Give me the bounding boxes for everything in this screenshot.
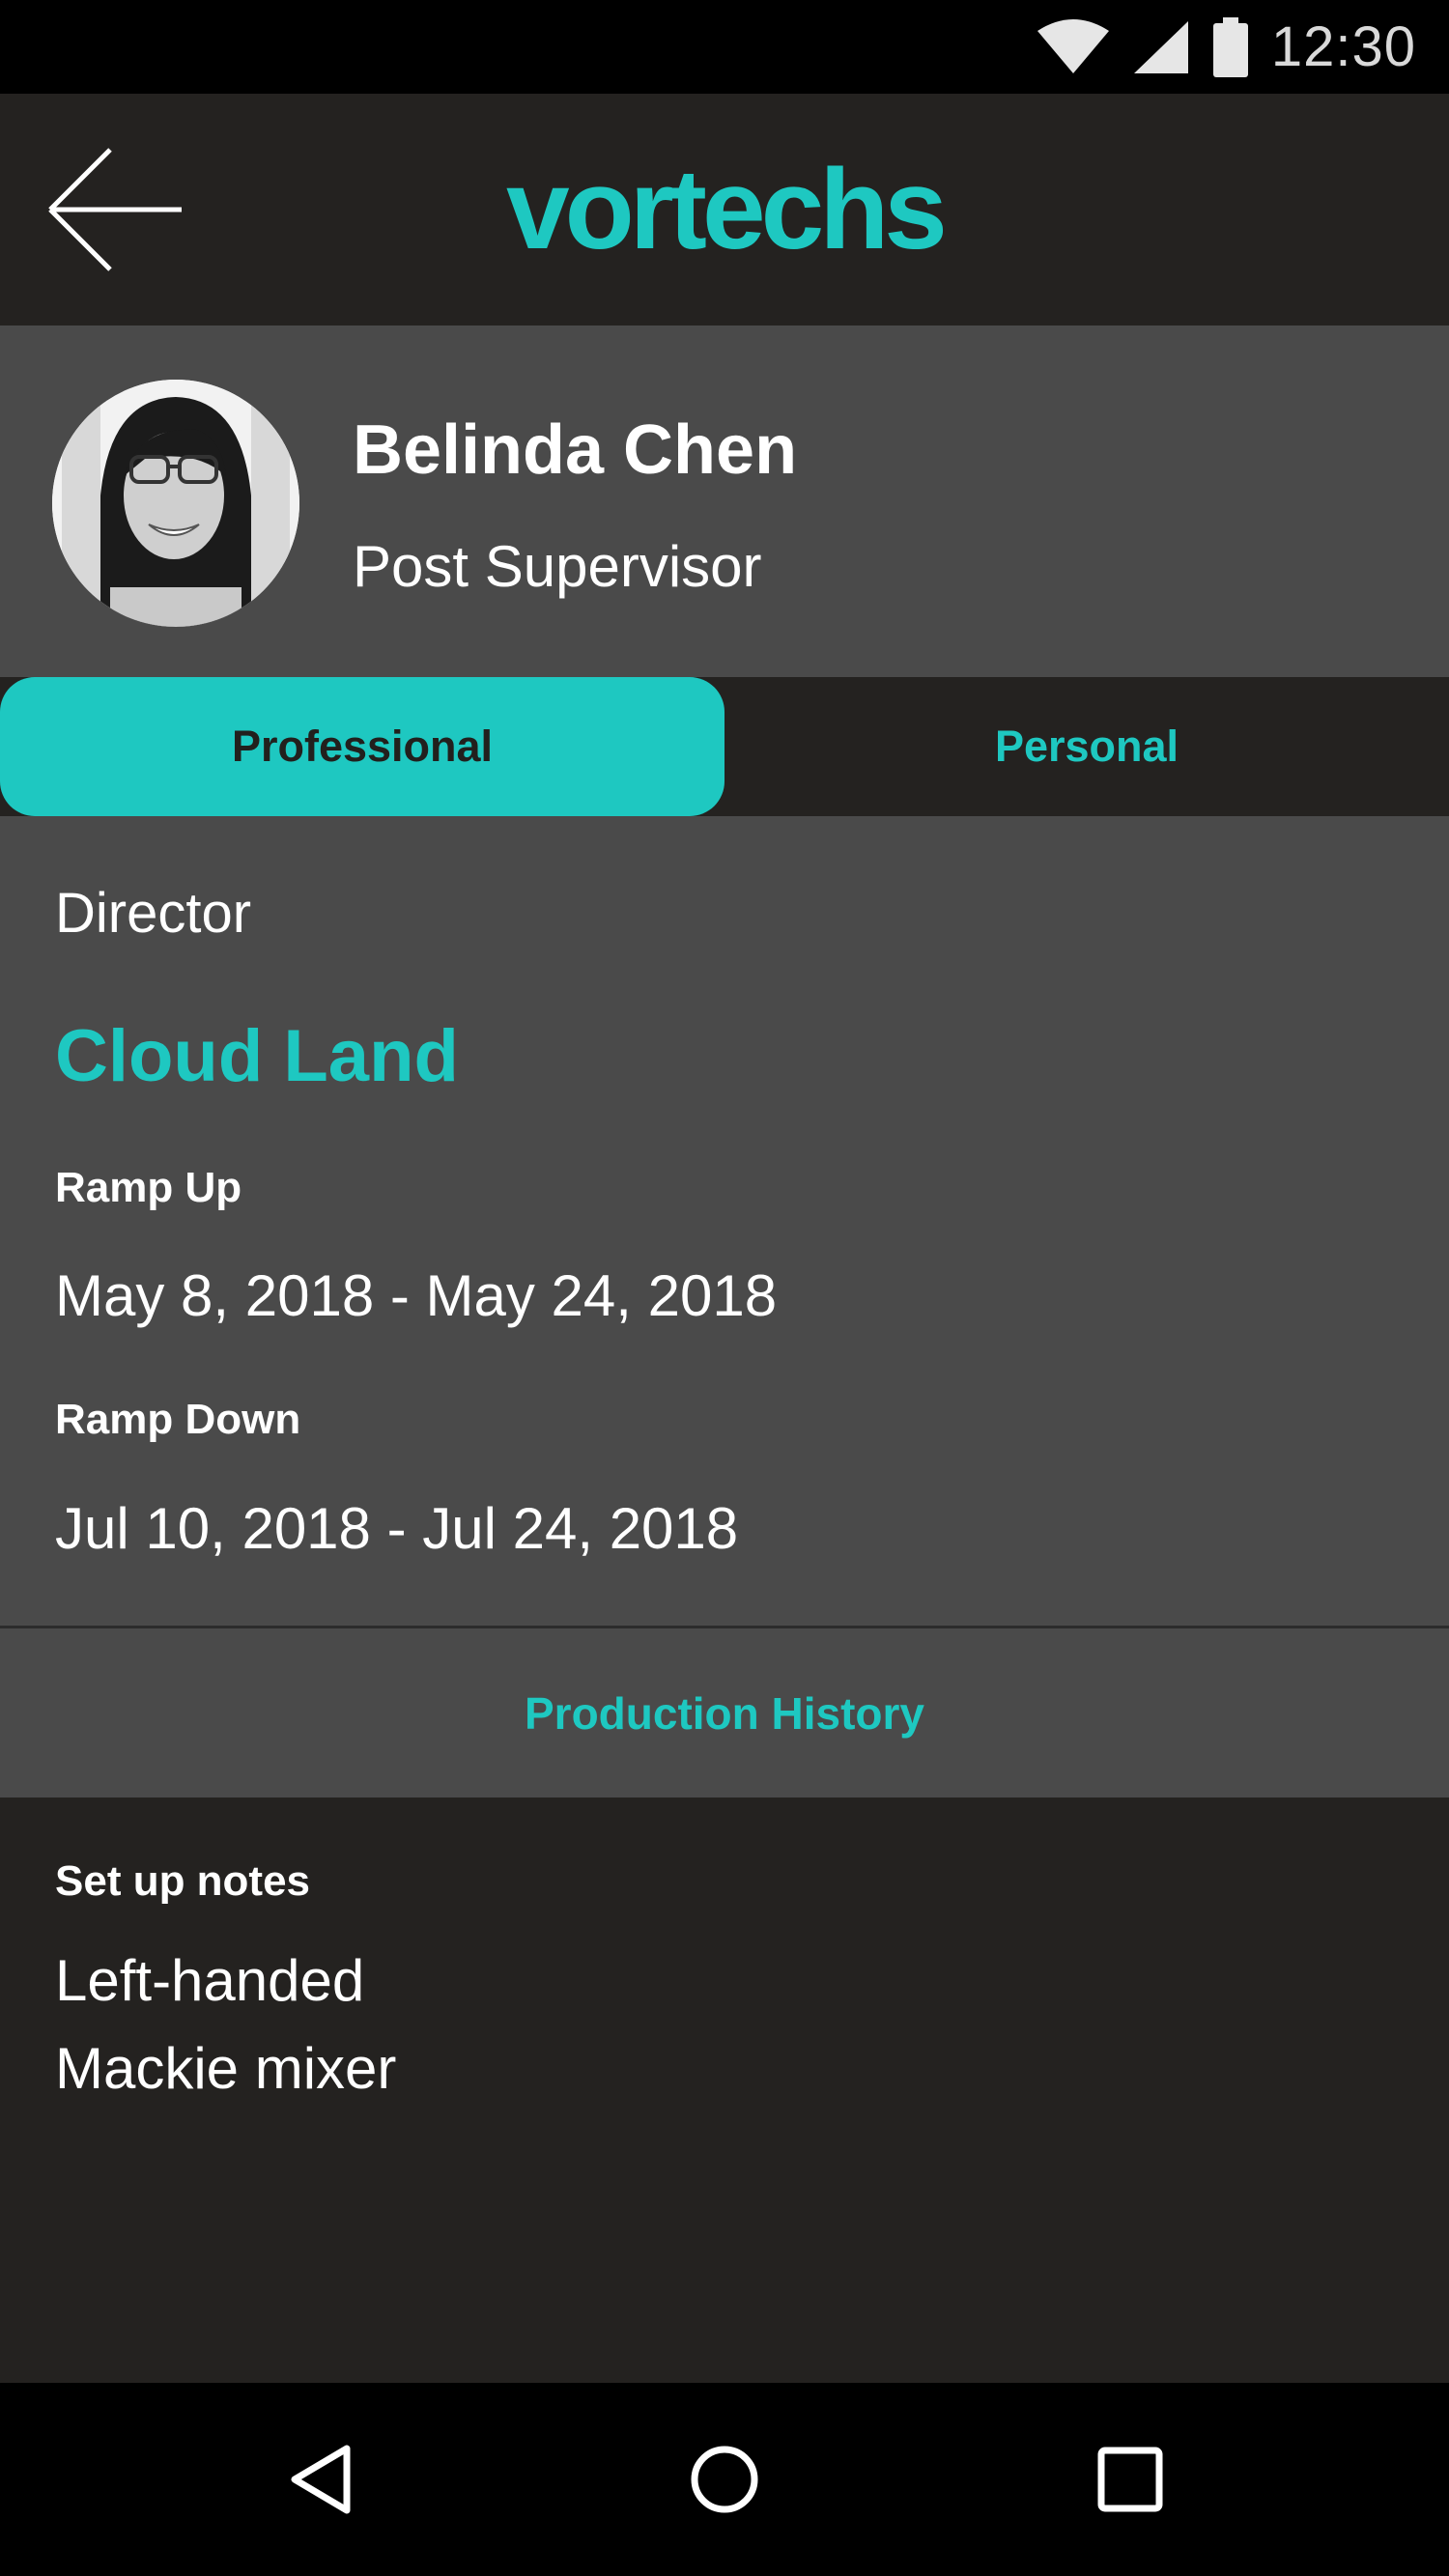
brand-logo: vortechs [506, 146, 948, 273]
home-circle-icon [691, 2446, 758, 2513]
status-bar: 12:30 [0, 0, 1449, 94]
avatar [52, 380, 299, 627]
role-label: Director [55, 882, 252, 945]
profile-card: Belinda Chen Post Supervisor [0, 326, 1449, 677]
wifi-icon [1037, 18, 1109, 73]
professional-details: Director Cloud Land Ramp Up May 8, 2018 … [0, 816, 1449, 1626]
signal-icon [1133, 20, 1188, 73]
notes-line: Mackie mixer [55, 2036, 397, 2101]
profile-title: Post Supervisor [353, 534, 762, 599]
production-history-button[interactable]: Production History [0, 1628, 1449, 1798]
battery-icon [1212, 16, 1248, 77]
tab-personal[interactable]: Personal [724, 677, 1449, 816]
notes-line: Left-handed [55, 1948, 365, 2013]
system-nav-bar [0, 2383, 1449, 2576]
avatar-photo [52, 380, 299, 627]
ramp-up-label: Ramp Up [55, 1164, 242, 1211]
profile-name: Belinda Chen [353, 411, 798, 489]
app-header: vortechs [0, 94, 1449, 326]
ramp-down-dates: Jul 10, 2018 - Jul 24, 2018 [55, 1496, 739, 1561]
status-icons: 12:30 [1036, 0, 1416, 94]
tab-bar: Professional Personal [0, 677, 1449, 816]
project-name: Cloud Land [55, 1015, 459, 1097]
nav-recents-button[interactable] [1082, 2431, 1179, 2528]
ramp-down-label: Ramp Down [55, 1396, 301, 1443]
ramp-up-dates: May 8, 2018 - May 24, 2018 [55, 1263, 778, 1328]
nav-home-button[interactable] [676, 2431, 773, 2528]
notes-label: Set up notes [55, 1857, 311, 1905]
tab-professional[interactable]: Professional [0, 677, 724, 816]
setup-notes: Set up notes Left-handed Mackie mixer [0, 1798, 1449, 2383]
status-time: 12:30 [1270, 15, 1416, 78]
back-triangle-icon [291, 2445, 351, 2514]
nav-back-button[interactable] [273, 2431, 370, 2528]
recents-square-icon [1097, 2447, 1163, 2512]
